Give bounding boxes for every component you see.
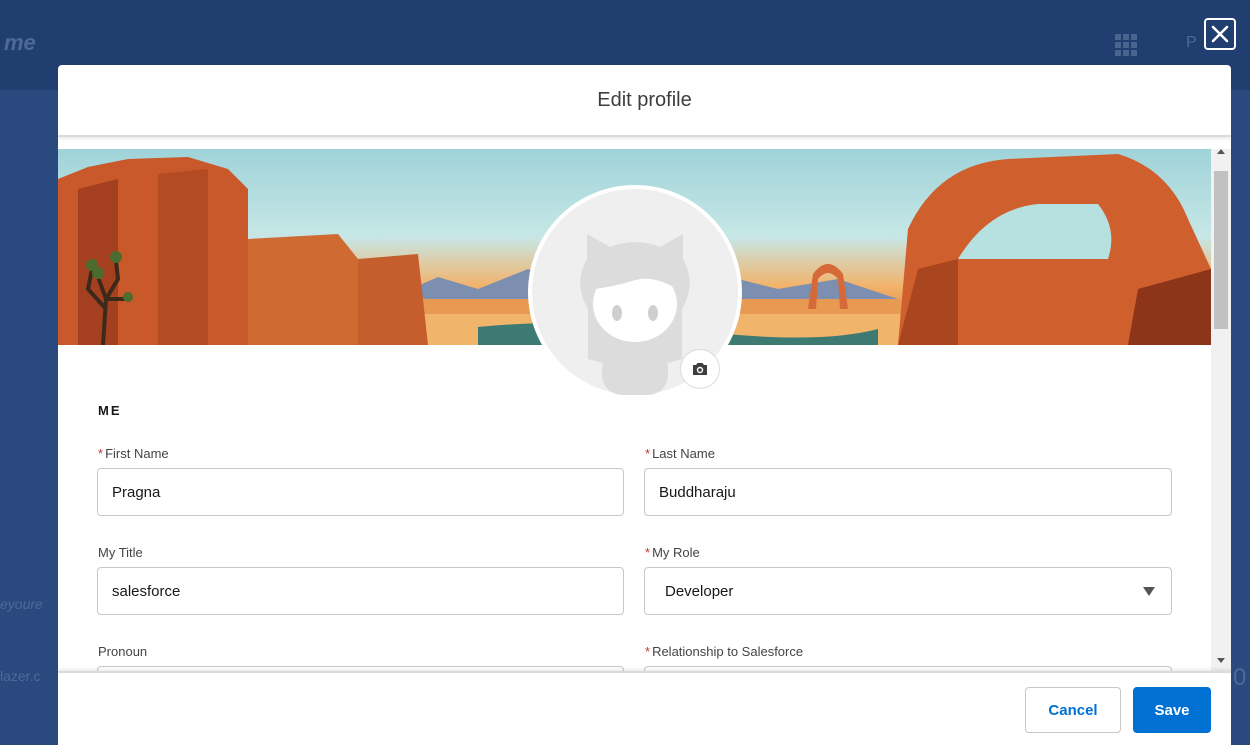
my-role-select[interactable]: Developer xyxy=(644,567,1172,615)
scroll-down-icon[interactable] xyxy=(1217,658,1225,663)
first-name-label: * First Name xyxy=(98,446,169,461)
last-name-field[interactable]: Buddharaju xyxy=(644,468,1172,516)
pronoun-label-text: Pronoun xyxy=(98,644,148,659)
cancel-button[interactable]: Cancel xyxy=(1025,687,1121,733)
edit-profile-modal: Edit profile ME * First Name Pragna * La… xyxy=(58,65,1231,745)
last-name-value: Buddharaju xyxy=(659,483,736,501)
modal-body[interactable]: ME * First Name Pragna * Last Name Buddhar… xyxy=(58,149,1231,671)
first-name-value: Pragna xyxy=(112,483,161,501)
my-title-label-text: My Title xyxy=(98,545,143,560)
first-name-label-text: First Name xyxy=(105,446,169,461)
first-name-field[interactable]: Pragna xyxy=(97,468,624,516)
scroll-thumb[interactable] xyxy=(1214,171,1228,329)
last-name-label: * Last Name xyxy=(645,446,715,461)
save-button[interactable]: Save xyxy=(1133,687,1211,733)
relationship-label-text: Relationship to Salesforce xyxy=(652,644,804,659)
my-role-label: * My Role xyxy=(645,545,700,560)
chevron-down-icon xyxy=(1143,587,1155,596)
my-title-label: My Title xyxy=(98,545,143,560)
pronoun-label: Pronoun xyxy=(98,644,147,659)
close-icon xyxy=(1211,25,1229,43)
close-button[interactable] xyxy=(1204,18,1236,50)
my-role-label-text: My Role xyxy=(652,545,700,560)
required-marker: * xyxy=(645,446,651,461)
modal-header: Edit profile xyxy=(58,65,1231,137)
required-marker: * xyxy=(645,545,651,560)
camera-icon xyxy=(693,363,707,375)
scroll-up-icon[interactable] xyxy=(1217,149,1225,154)
scrollbar[interactable] xyxy=(1211,149,1231,671)
modal-footer: Cancel Save xyxy=(58,671,1231,745)
my-title-value: salesforce xyxy=(112,582,181,600)
my-role-value: Developer xyxy=(665,582,734,600)
section-label-me: ME xyxy=(98,403,122,418)
change-photo-button[interactable] xyxy=(680,349,720,389)
my-title-field[interactable]: salesforce xyxy=(97,567,624,615)
required-marker: * xyxy=(98,446,104,461)
modal-title: Edit profile xyxy=(597,88,692,111)
relationship-label: * Relationship to Salesforce xyxy=(645,644,803,659)
required-marker: * xyxy=(645,644,651,659)
last-name-label-text: Last Name xyxy=(652,446,715,461)
